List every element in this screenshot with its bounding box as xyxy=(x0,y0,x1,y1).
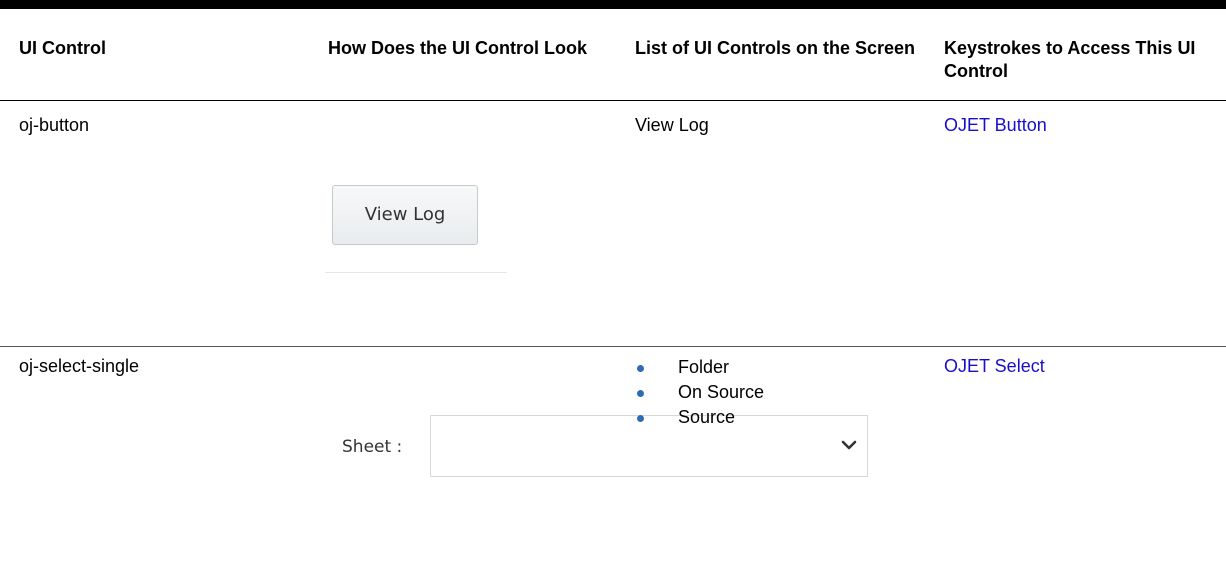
header-controls-list: List of UI Controls on the Screen xyxy=(635,38,916,58)
controls-list: Folder On Source Source xyxy=(635,355,764,430)
button-screenshot: View Log xyxy=(325,178,507,273)
table-top-rule xyxy=(0,0,1226,9)
chevron-down-icon xyxy=(841,440,857,450)
controls-list-item: View Log xyxy=(635,115,709,135)
ojet-select-link[interactable]: OJET Select xyxy=(944,355,1045,377)
list-item-label: Folder xyxy=(678,357,730,377)
table-header-row: UI Control How Does the UI Control Look … xyxy=(0,9,1226,101)
ui-control-name: oj-button xyxy=(19,115,90,135)
list-item-label: On Source xyxy=(678,382,765,402)
header-keystrokes: Keystrokes to Access This UI Control xyxy=(944,38,1196,81)
select-screenshot: Sheet : xyxy=(330,413,870,477)
table-row: oj-select-single Sheet : Folder On Sourc… xyxy=(0,347,1226,567)
bullet-icon xyxy=(637,365,644,372)
bullet-icon xyxy=(637,415,644,422)
list-item: Source xyxy=(635,405,764,430)
list-item-label: Source xyxy=(678,407,736,427)
list-item: On Source xyxy=(635,380,764,405)
sheet-label: Sheet : xyxy=(342,437,403,457)
ojet-button-link[interactable]: OJET Button xyxy=(944,114,1047,136)
header-look: How Does the UI Control Look xyxy=(328,38,587,58)
header-ui-control: UI Control xyxy=(19,38,106,58)
table-row: oj-button View Log View Log OJET Button xyxy=(0,100,1226,347)
ui-control-name: oj-select-single xyxy=(19,356,140,376)
bullet-icon xyxy=(637,390,644,397)
ui-controls-table: UI Control How Does the UI Control Look … xyxy=(0,0,1226,567)
list-item: Folder xyxy=(635,355,764,380)
view-log-button[interactable]: View Log xyxy=(332,185,478,245)
